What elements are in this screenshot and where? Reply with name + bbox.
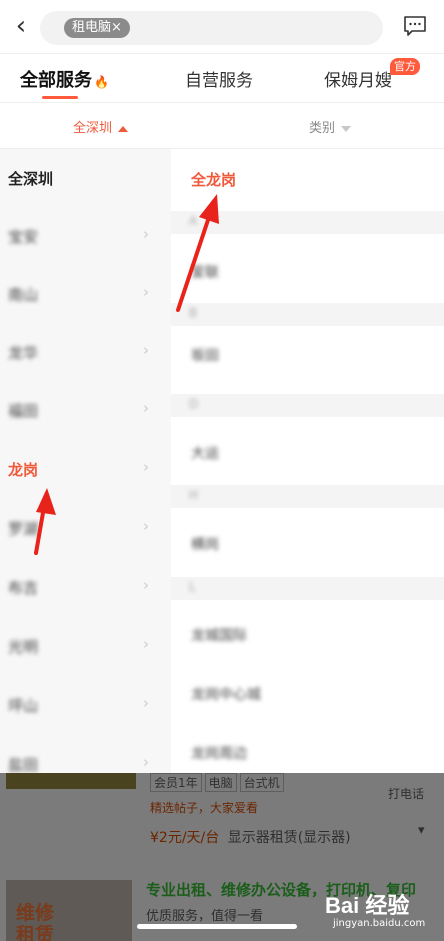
- tab-all-services[interactable]: 全部服务 🔥: [20, 66, 109, 92]
- flame-icon: 🔥: [94, 75, 109, 89]
- tab-self-operated[interactable]: 自营服务: [185, 66, 253, 91]
- top-bar: ‹ 租电脑×: [0, 0, 444, 54]
- subarea-item[interactable]: 横岗: [191, 534, 219, 554]
- district-item[interactable]: 宝安 ›: [0, 207, 171, 265]
- district-item[interactable]: 布吉 ›: [0, 558, 171, 616]
- district-item[interactable]: 罗湖 ›: [0, 499, 171, 557]
- subarea-item[interactable]: 龙岗周边: [191, 743, 247, 763]
- baidu-jingyan-watermark: Bai 经验 jingyan.baidu.com: [325, 893, 426, 929]
- district-item[interactable]: 坪山 ›: [0, 676, 171, 734]
- district-item[interactable]: 福田 ›: [0, 381, 171, 439]
- district-item-selected[interactable]: 龙岗 ›: [0, 440, 171, 498]
- subarea-item[interactable]: 坂田: [191, 345, 219, 365]
- chevron-right-icon: ›: [143, 341, 149, 359]
- ad-thumbnail: 维修 租赁: [6, 880, 132, 941]
- caret-up-icon: [118, 125, 129, 132]
- listing-tags: 会员1年 电脑 台式机: [150, 773, 287, 792]
- subarea-item[interactable]: 大运: [191, 443, 219, 463]
- tab-nanny[interactable]: 保姆月嫂: [324, 66, 392, 91]
- back-icon[interactable]: ‹: [6, 12, 36, 42]
- subarea-list: 全龙岗 A 爱联 B 坂田 D 大运 H 横岗 L 龙城国际 龙岗中心城 龙岗周…: [171, 149, 444, 773]
- home-indicator[interactable]: [137, 924, 297, 929]
- chevron-right-icon: ›: [143, 517, 149, 535]
- ad-subtitle: 优质服务，值得一看: [146, 909, 264, 924]
- message-icon[interactable]: [403, 15, 427, 37]
- district-item[interactable]: 光明 ›: [0, 617, 171, 675]
- listing-price-line: ¥2元/天/台 显示器租赁(显示器): [150, 830, 351, 846]
- chevron-right-icon: ›: [143, 753, 149, 771]
- district-item[interactable]: 全深圳: [0, 149, 171, 207]
- subarea-item[interactable]: 龙城国际: [191, 625, 247, 645]
- subarea-item[interactable]: 龙岗中心城: [191, 684, 261, 704]
- official-badge: 官方: [390, 58, 420, 75]
- index-header: D: [171, 394, 444, 417]
- search-bar[interactable]: 租电脑×: [40, 11, 383, 45]
- index-header: L: [171, 577, 444, 600]
- chevron-right-icon: ›: [143, 458, 149, 476]
- district-list: 全深圳 宝安 › 南山 › 龙华 › 福田 › 龙岗 › 罗湖 › 布吉 › 光明 › 坪山 › …: [0, 149, 171, 773]
- caret-down-icon: [341, 125, 352, 132]
- listing-note: 精选帖子，大家爱看: [150, 801, 259, 815]
- district-item[interactable]: 龙华 ›: [0, 323, 171, 381]
- index-header: H: [171, 485, 444, 508]
- chevron-right-icon: ›: [143, 635, 149, 653]
- subarea-all[interactable]: 全龙岗: [191, 169, 236, 190]
- index-header: B: [171, 303, 444, 326]
- index-header: A: [171, 211, 444, 234]
- chevron-right-icon: ›: [143, 399, 149, 417]
- search-chip[interactable]: 租电脑×: [64, 18, 130, 38]
- area-filter[interactable]: 全深圳: [73, 117, 129, 136]
- service-tabs: 全部服务 🔥 自营服务 保姆月嫂 官方: [0, 54, 444, 102]
- category-filter[interactable]: 类别: [309, 117, 352, 136]
- listing-thumbnail: [6, 773, 136, 789]
- subarea-item[interactable]: 爱联: [191, 262, 219, 282]
- active-tab-indicator: [42, 96, 78, 99]
- call-button[interactable]: 打电话: [388, 785, 424, 802]
- chevron-right-icon: ›: [143, 576, 149, 594]
- chevron-down-icon[interactable]: ▾: [418, 823, 425, 838]
- chevron-right-icon: ›: [143, 225, 149, 243]
- chevron-right-icon: ›: [143, 694, 149, 712]
- filter-bar: 全深圳 类别: [0, 103, 444, 148]
- district-item[interactable]: 盐田 ›: [0, 735, 171, 773]
- district-item[interactable]: 南山 ›: [0, 265, 171, 323]
- chevron-right-icon: ›: [143, 283, 149, 301]
